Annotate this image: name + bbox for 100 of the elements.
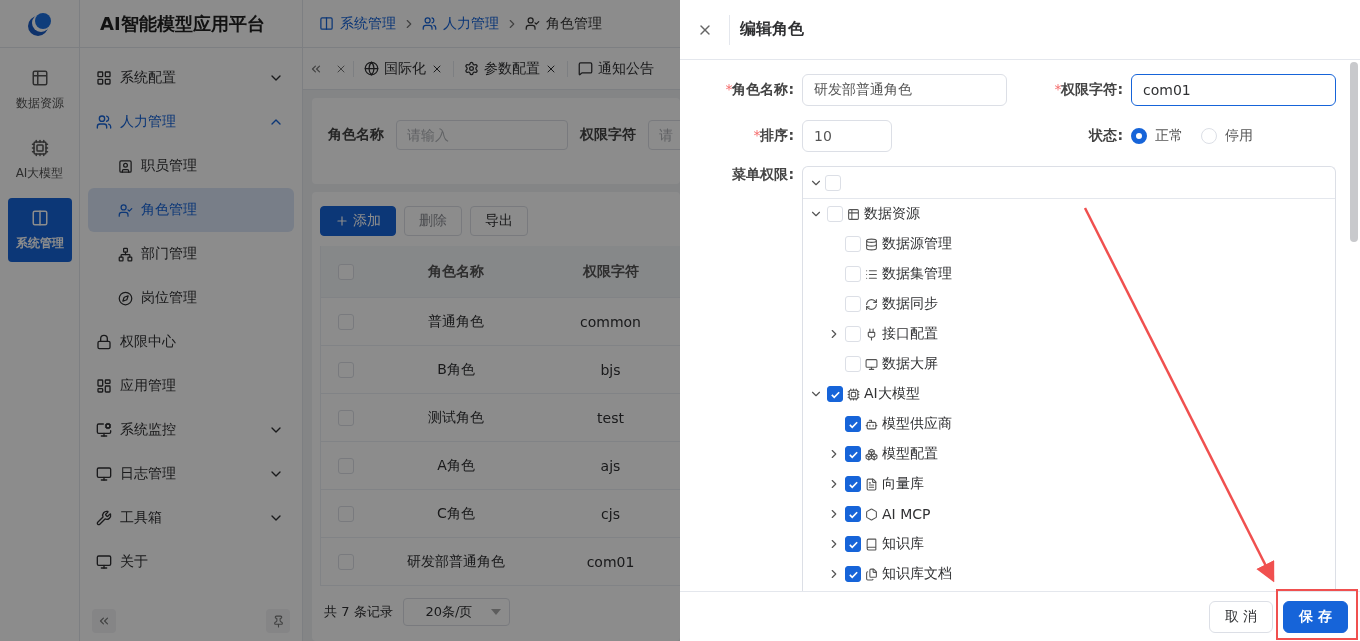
sidebar-subitem[interactable]: 职员管理 bbox=[88, 144, 294, 188]
breadcrumb-link[interactable]: 角色管理 bbox=[546, 14, 602, 33]
tree-node-label[interactable]: AI大模型 bbox=[864, 385, 920, 403]
menu-icon bbox=[865, 357, 878, 371]
tree-node-label[interactable]: AI MCP bbox=[882, 506, 931, 522]
sidebar-item[interactable]: 应用管理 bbox=[88, 364, 294, 408]
sidebar-subitem[interactable]: 岗位管理 bbox=[88, 276, 294, 320]
breadcrumb-link[interactable]: 系统管理 bbox=[340, 14, 396, 33]
tree-node-label[interactable]: 数据资源 bbox=[864, 205, 920, 223]
network-icon bbox=[118, 246, 133, 262]
chat-icon bbox=[578, 61, 593, 76]
tree-node-label[interactable]: 数据大屏 bbox=[882, 355, 938, 373]
rail-item[interactable]: 系统管理 bbox=[7, 198, 72, 262]
breadcrumb-link[interactable]: 人力管理 bbox=[443, 14, 499, 33]
app-title: AI智能模型应用平台 bbox=[100, 11, 265, 36]
dashboard-icon bbox=[96, 378, 112, 394]
table-cell: A角色 bbox=[371, 442, 541, 490]
sidebar-item[interactable]: 权限中心 bbox=[88, 320, 294, 364]
chip-icon bbox=[30, 138, 49, 157]
table-cell: 普通角色 bbox=[371, 298, 541, 346]
toolbar-button[interactable]: 添加 bbox=[320, 206, 396, 236]
monitor-icon bbox=[96, 554, 112, 570]
tree-checkbox[interactable] bbox=[845, 506, 861, 522]
menu-icon bbox=[865, 477, 878, 491]
rail-item[interactable]: AI大模型 bbox=[7, 128, 72, 192]
table-cell: 测试角色 bbox=[371, 394, 541, 442]
menu-icon bbox=[865, 237, 878, 251]
tree-node-label[interactable]: 知识库 bbox=[882, 535, 924, 553]
table-cell: 研发部普通角色 bbox=[371, 538, 541, 586]
toolbar-button[interactable]: 导出 bbox=[470, 206, 528, 236]
tree-checkbox[interactable] bbox=[845, 476, 861, 492]
page-size-select[interactable]: 20条/页 bbox=[402, 598, 510, 626]
rail-item[interactable]: 数据资源 bbox=[7, 58, 72, 122]
sidebar-item[interactable]: 工具箱 bbox=[88, 496, 294, 540]
tree-checkbox[interactable] bbox=[845, 536, 861, 552]
table-cell: C角色 bbox=[371, 490, 541, 538]
users-icon bbox=[96, 114, 112, 130]
text-field[interactable]: com01 bbox=[1131, 74, 1336, 106]
menu-icon bbox=[865, 567, 878, 581]
tree-node-label[interactable]: 知识库文档 bbox=[882, 565, 952, 583]
tree-node-label[interactable]: 数据源管理 bbox=[882, 235, 952, 253]
tree-node-label[interactable]: 模型配置 bbox=[882, 445, 938, 463]
user-check-icon bbox=[118, 202, 133, 218]
menu-icon bbox=[865, 297, 878, 311]
tree-node-label[interactable]: 数据同步 bbox=[882, 295, 938, 313]
status-radio[interactable]: 正常 bbox=[1131, 127, 1183, 145]
drawer-title: 编辑角色 bbox=[739, 19, 804, 40]
column-header: 角色名称 bbox=[371, 246, 541, 298]
double-chevron-icon bbox=[97, 614, 111, 628]
menu-icon bbox=[865, 507, 878, 521]
form-label: *角色名称: bbox=[724, 81, 795, 99]
tree-node-label[interactable]: 数据集管理 bbox=[882, 265, 952, 283]
sidebar-item[interactable]: 人力管理 bbox=[88, 100, 294, 144]
crumb-icon bbox=[525, 16, 540, 31]
tree-checkbox[interactable] bbox=[845, 566, 861, 582]
menu-icon bbox=[865, 417, 878, 431]
menu-icon bbox=[847, 387, 860, 401]
sidebar-subitem[interactable]: 部门管理 bbox=[88, 232, 294, 276]
sidebar-item[interactable]: 系统配置 bbox=[88, 56, 294, 100]
text-field[interactable]: 研发部普通角色 bbox=[802, 74, 1007, 106]
status-radio[interactable]: 停用 bbox=[1201, 127, 1253, 145]
collapse-button[interactable] bbox=[92, 609, 116, 633]
save-button[interactable]: 保 存 bbox=[1283, 600, 1348, 633]
tree-checkbox[interactable] bbox=[845, 446, 861, 462]
grid-icon bbox=[96, 70, 112, 86]
field-label: 权限字符 bbox=[580, 126, 636, 144]
tree-checkbox[interactable] bbox=[845, 416, 861, 432]
compass-icon bbox=[118, 290, 133, 306]
form-label: 菜单权限: bbox=[731, 166, 795, 184]
form-label: *排序: bbox=[752, 127, 795, 145]
monitor-icon bbox=[96, 422, 112, 438]
tree-node-label[interactable]: 模型供应商 bbox=[882, 415, 952, 433]
cancel-button[interactable]: 取 消 bbox=[1208, 600, 1274, 633]
tree-node-label[interactable]: 向量库 bbox=[882, 475, 924, 493]
column-header: 权限字符 bbox=[541, 246, 680, 298]
tree-node-label[interactable]: 接口配置 bbox=[882, 325, 938, 343]
wrench-icon bbox=[96, 510, 112, 526]
sidebar-subitem[interactable]: 角色管理 bbox=[88, 188, 294, 232]
pin-icon bbox=[271, 614, 285, 628]
number-field[interactable]: 10 bbox=[802, 120, 892, 152]
page-tab[interactable]: 参数配置 bbox=[453, 60, 567, 77]
globe-icon bbox=[364, 61, 379, 76]
sidebar-item[interactable]: 系统监控 bbox=[88, 408, 294, 452]
menu-icon bbox=[865, 537, 878, 551]
total-count: 共 7 条记录 bbox=[324, 603, 393, 621]
menu-icon bbox=[865, 447, 878, 461]
id-card-icon bbox=[118, 158, 133, 174]
page-tab[interactable]: 国际化 bbox=[353, 60, 453, 77]
crumb-icon bbox=[422, 16, 437, 31]
sidebar-item[interactable]: 关于 bbox=[88, 540, 294, 584]
scrollbar-thumb[interactable] bbox=[1350, 62, 1358, 242]
tree-checkbox[interactable] bbox=[827, 386, 843, 402]
pin-button[interactable] bbox=[266, 609, 290, 633]
monitor-icon bbox=[96, 466, 112, 482]
form-label: 状态: bbox=[1087, 127, 1124, 145]
form-label: *权限字符: bbox=[1053, 81, 1124, 99]
menu-icon bbox=[865, 327, 878, 341]
menu-icon bbox=[847, 207, 860, 221]
page-tab[interactable]: 通知公告 bbox=[567, 60, 664, 77]
sidebar-item[interactable]: 日志管理 bbox=[88, 452, 294, 496]
